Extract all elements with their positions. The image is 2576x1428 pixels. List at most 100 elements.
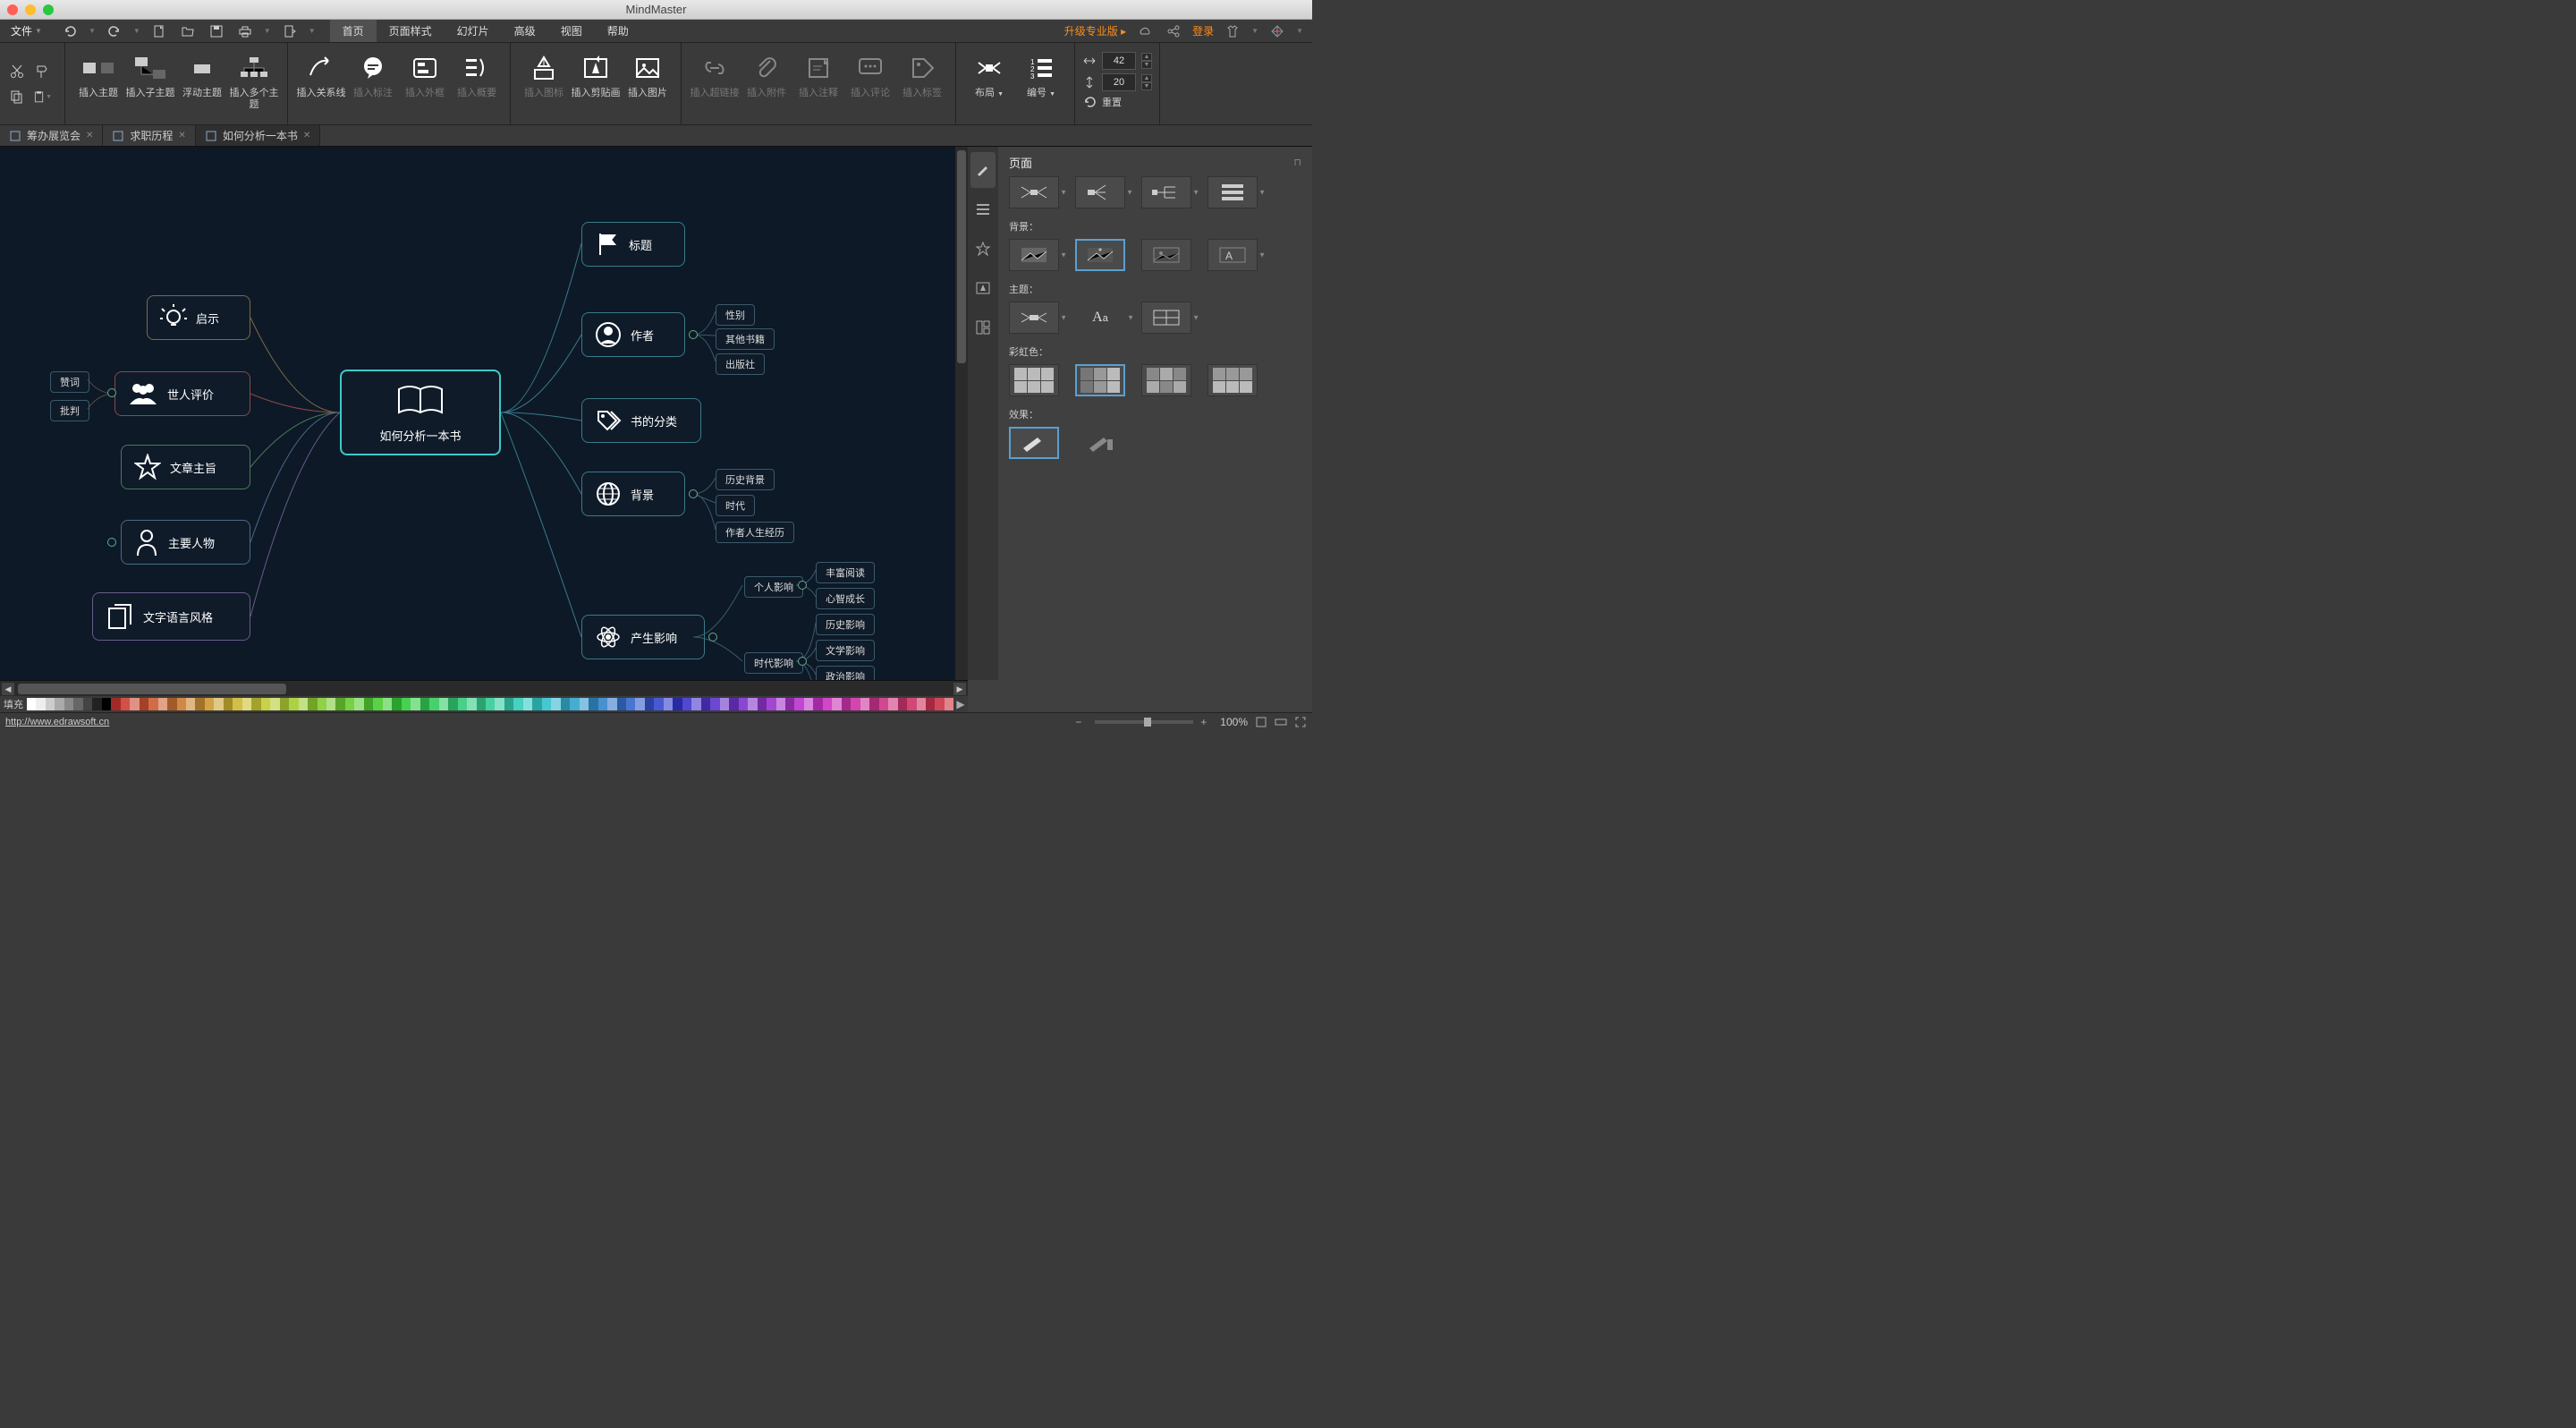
login-link[interactable]: 登录 bbox=[1192, 23, 1214, 38]
subnode-growth[interactable]: 心智成长 bbox=[816, 588, 875, 609]
subnode-hist-infl[interactable]: 历史影响 bbox=[816, 614, 875, 635]
website-link[interactable]: http://www.edrawsoft.cn bbox=[5, 717, 109, 727]
redo-button[interactable] bbox=[105, 21, 124, 41]
rtab-clipart[interactable] bbox=[970, 270, 996, 306]
cloud-icon[interactable] bbox=[1135, 21, 1155, 41]
upgrade-link[interactable]: 升级专业版 ▸ bbox=[1064, 23, 1126, 38]
fit-width-button[interactable] bbox=[1275, 716, 1287, 728]
height-input[interactable]: 20 bbox=[1102, 73, 1136, 91]
insert-tag-button[interactable]: 插入标签 bbox=[896, 48, 948, 99]
layout-button[interactable]: 布局 ▼ bbox=[963, 48, 1015, 99]
floating-topic-button[interactable]: 浮动主题 bbox=[176, 48, 228, 99]
bg-opt-1[interactable]: ▼ bbox=[1009, 239, 1059, 271]
expand-handle[interactable] bbox=[708, 633, 717, 642]
subnode-author-life[interactable]: 作者人生经历 bbox=[716, 522, 794, 543]
theme-opt-1[interactable]: ▼ bbox=[1009, 302, 1059, 334]
open-button[interactable] bbox=[178, 21, 198, 41]
tab-page-style[interactable]: 页面样式 bbox=[377, 20, 445, 42]
height-spinner[interactable]: ▲▼ bbox=[1141, 74, 1152, 90]
tab-slideshow[interactable]: 幻灯片 bbox=[445, 20, 502, 42]
doc-tab-0[interactable]: 筹办展览会✕ bbox=[0, 125, 103, 146]
bg-opt-2[interactable] bbox=[1075, 239, 1125, 271]
subnode-gender[interactable]: 性别 bbox=[716, 304, 755, 326]
subnode-lit-infl[interactable]: 文学影响 bbox=[816, 640, 875, 661]
pin-icon[interactable]: ⊓ bbox=[1293, 157, 1301, 168]
file-menu[interactable]: 文件▼ bbox=[0, 20, 53, 42]
maximize-window-button[interactable] bbox=[43, 4, 54, 15]
insert-subtopic-button[interactable]: 插入子主题 bbox=[124, 48, 176, 99]
node-author[interactable]: 作者 bbox=[581, 312, 685, 357]
insert-relation-button[interactable]: 插入关系线 bbox=[295, 48, 347, 99]
bg-opt-3[interactable] bbox=[1141, 239, 1191, 271]
vertical-scrollbar[interactable] bbox=[955, 147, 968, 680]
reset-button[interactable]: 重置 bbox=[1082, 95, 1122, 109]
node-style[interactable]: 文字语言风格 bbox=[92, 592, 250, 641]
print-button[interactable] bbox=[235, 21, 255, 41]
export-button[interactable] bbox=[280, 21, 300, 41]
zoom-slider[interactable] bbox=[1095, 720, 1193, 724]
close-tab-icon[interactable]: ✕ bbox=[178, 131, 185, 140]
app-logo-icon[interactable] bbox=[1267, 21, 1287, 41]
numbering-button[interactable]: 123编号 ▼ bbox=[1015, 48, 1067, 99]
color-swatches[interactable] bbox=[27, 698, 953, 710]
theme-opt-2[interactable]: Aa▼ bbox=[1075, 302, 1125, 334]
rtab-style[interactable] bbox=[970, 152, 996, 188]
new-button[interactable] bbox=[149, 21, 169, 41]
tab-home[interactable]: 首页 bbox=[330, 20, 377, 42]
node-evaluation[interactable]: 世人评价 bbox=[114, 371, 250, 416]
tab-view[interactable]: 视图 bbox=[548, 20, 595, 42]
layout-opt-1[interactable]: ▼ bbox=[1009, 176, 1059, 208]
paste-button[interactable]: ▼ bbox=[32, 87, 52, 106]
close-window-button[interactable] bbox=[7, 4, 18, 15]
insert-icon-button[interactable]: 插入图标 bbox=[518, 48, 570, 99]
rainbow-opt-4[interactable] bbox=[1208, 364, 1258, 396]
close-tab-icon[interactable]: ✕ bbox=[303, 131, 310, 140]
tab-help[interactable]: 帮助 bbox=[595, 20, 641, 42]
rainbow-opt-3[interactable] bbox=[1141, 364, 1191, 396]
effect-opt-1[interactable] bbox=[1009, 427, 1059, 459]
subnode-pol-infl[interactable]: 政治影响 bbox=[816, 666, 875, 680]
node-category[interactable]: 书的分类 bbox=[581, 398, 701, 443]
rtab-icons[interactable] bbox=[970, 231, 996, 267]
subnode-reading[interactable]: 丰富阅读 bbox=[816, 562, 875, 583]
expand-handle[interactable] bbox=[798, 581, 807, 590]
insert-summary-button[interactable]: 插入概要 bbox=[451, 48, 503, 99]
tshirt-icon[interactable] bbox=[1223, 21, 1242, 41]
close-tab-icon[interactable]: ✕ bbox=[86, 131, 93, 140]
horizontal-scrollbar[interactable]: ◀ ▶ bbox=[0, 680, 968, 696]
insert-attachment-button[interactable]: 插入附件 bbox=[741, 48, 792, 99]
expand-handle[interactable] bbox=[107, 388, 116, 397]
insert-note-button[interactable]: 插入注释 bbox=[792, 48, 844, 99]
subnode-history-bg[interactable]: 历史背景 bbox=[716, 469, 775, 490]
rtab-layout[interactable] bbox=[970, 310, 996, 345]
expand-handle[interactable] bbox=[689, 489, 698, 498]
node-influence[interactable]: 产生影响 bbox=[581, 615, 705, 659]
node-insight[interactable]: 启示 bbox=[147, 295, 250, 340]
node-characters[interactable]: 主要人物 bbox=[121, 520, 250, 565]
layout-opt-2[interactable]: ▼ bbox=[1075, 176, 1125, 208]
insert-callout-button[interactable]: 插入标注 bbox=[347, 48, 399, 99]
expand-handle[interactable] bbox=[798, 657, 807, 666]
rtab-outline[interactable] bbox=[970, 191, 996, 227]
zoom-out-button[interactable]: − bbox=[1075, 716, 1088, 728]
undo-button[interactable] bbox=[60, 21, 80, 41]
doc-tab-2[interactable]: 如何分析一本书✕ bbox=[196, 125, 320, 146]
rainbow-opt-2[interactable] bbox=[1075, 364, 1125, 396]
bg-opt-4[interactable]: A▼ bbox=[1208, 239, 1258, 271]
subnode-praise[interactable]: 赞词 bbox=[50, 371, 89, 393]
insert-multi-topic-button[interactable]: 插入多个主题 bbox=[228, 48, 280, 111]
save-button[interactable] bbox=[207, 21, 226, 41]
canvas[interactable]: 如何分析一本书 启示 世人评价 赞词 批判 文章主旨 主要人物 文字语言风格 标… bbox=[0, 147, 968, 680]
doc-tab-1[interactable]: 求职历程✕ bbox=[103, 125, 195, 146]
effect-opt-2[interactable] bbox=[1075, 427, 1125, 459]
insert-clipart-button[interactable]: 插入剪贴画 bbox=[570, 48, 622, 99]
node-title[interactable]: 标题 bbox=[581, 222, 685, 267]
center-node[interactable]: 如何分析一本书 bbox=[340, 370, 501, 455]
width-input[interactable]: 42 bbox=[1102, 52, 1136, 70]
subnode-era[interactable]: 时代 bbox=[716, 495, 755, 516]
subnode-publisher[interactable]: 出版社 bbox=[716, 353, 765, 375]
copy-button[interactable] bbox=[7, 87, 27, 106]
insert-comment-button[interactable]: 插入评论 bbox=[844, 48, 896, 99]
subnode-other-books[interactable]: 其他书籍 bbox=[716, 328, 775, 350]
insert-image-button[interactable]: 插入图片 bbox=[622, 48, 674, 99]
